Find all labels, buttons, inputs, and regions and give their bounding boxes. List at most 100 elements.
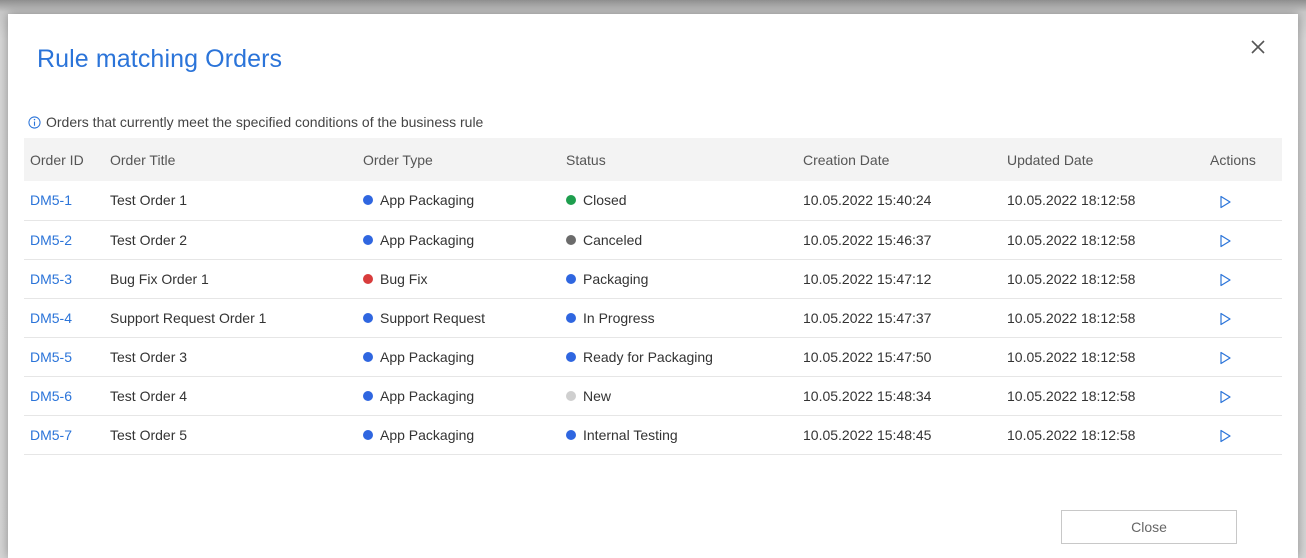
table-row: DM5-5 Test Order 3 App Packaging Ready for …	[24, 337, 1282, 376]
order-type-dot	[363, 429, 373, 440]
play-icon[interactable]	[1218, 273, 1232, 287]
actions-cell	[1204, 415, 1282, 454]
order-id-cell: DM5-4	[24, 298, 104, 337]
column-header-creation-date[interactable]: Creation Date	[797, 138, 1001, 181]
play-icon[interactable]	[1218, 234, 1232, 248]
status-dot	[566, 273, 576, 284]
rule-matching-orders-dialog: Rule matching Orders Orders that current…	[8, 14, 1298, 558]
order-type-dot	[363, 351, 373, 362]
order-type-label: App Packaging	[380, 231, 475, 248]
order-id-link[interactable]: DM5-7	[30, 427, 72, 443]
info-text: Orders that currently meet the specified…	[46, 114, 484, 130]
order-type-cell: Bug Fix	[357, 259, 560, 298]
status-cell: Ready for Packaging	[560, 337, 797, 376]
play-icon[interactable]	[1218, 312, 1232, 326]
actions-cell	[1204, 181, 1282, 220]
column-header-updated-date[interactable]: Updated Date	[1001, 138, 1204, 181]
status-label: In Progress	[583, 309, 655, 326]
info-icon	[28, 115, 41, 129]
status-cell: Canceled	[560, 220, 797, 259]
order-title-cell: Test Order 3	[110, 348, 188, 365]
table-row: DM5-4 Support Request Order 1 Support Requ…	[24, 298, 1282, 337]
order-id-cell: DM5-1	[24, 181, 104, 220]
order-type-dot	[363, 312, 373, 323]
order-type-cell: App Packaging	[357, 337, 560, 376]
order-title-cell: Test Order 2	[110, 231, 188, 248]
status-label: Packaging	[583, 270, 649, 287]
table-row: DM5-7 Test Order 5 App Packaging Internal T…	[24, 415, 1282, 454]
order-id-cell: DM5-3	[24, 259, 104, 298]
order-title-cell: Test Order 1	[110, 192, 188, 209]
updated-date-cell: 10.05.2022 18:12:58	[1007, 426, 1136, 443]
creation-date-cell: 10.05.2022 15:46:37	[803, 231, 932, 248]
status-dot	[566, 429, 576, 440]
play-icon[interactable]	[1218, 429, 1232, 443]
dialog-title: Rule matching Orders	[37, 45, 283, 73]
status-label: New	[583, 387, 612, 404]
order-title-cell: Bug Fix Order 1	[110, 270, 209, 287]
order-id-cell: DM5-5	[24, 337, 104, 376]
order-type-cell: App Packaging	[357, 220, 560, 259]
order-type-label: App Packaging	[380, 426, 475, 443]
order-id-link[interactable]: DM5-2	[30, 232, 72, 248]
order-title-cell: Support Request Order 1	[110, 309, 267, 326]
close-icon[interactable]	[1245, 34, 1271, 60]
order-type-label: Bug Fix	[380, 270, 428, 287]
order-type-label: App Packaging	[380, 192, 475, 209]
order-title-cell: Test Order 4	[110, 387, 188, 404]
column-header-actions: Actions	[1210, 151, 1256, 168]
order-type-dot	[363, 390, 373, 401]
status-cell: Closed	[560, 181, 797, 220]
order-id-link[interactable]: DM5-1	[30, 192, 72, 208]
updated-date-cell: 10.05.2022 18:12:58	[1007, 231, 1136, 248]
order-type-dot	[363, 234, 373, 245]
status-label: Canceled	[583, 231, 643, 248]
order-id-link[interactable]: DM5-5	[30, 349, 72, 365]
updated-date-cell: 10.05.2022 18:12:58	[1007, 387, 1136, 404]
actions-cell	[1204, 337, 1282, 376]
order-type-cell: App Packaging	[357, 415, 560, 454]
status-label: Ready for Packaging	[583, 348, 713, 365]
order-id-cell: DM5-7	[24, 415, 104, 454]
order-id-link[interactable]: DM5-6	[30, 388, 72, 404]
play-icon[interactable]	[1218, 390, 1232, 404]
order-id-link[interactable]: DM5-3	[30, 271, 72, 287]
creation-date-cell: 10.05.2022 15:48:34	[803, 387, 932, 404]
status-cell: In Progress	[560, 298, 797, 337]
table-row: DM5-6 Test Order 4 App Packaging New 10.05.2…	[24, 376, 1282, 415]
order-type-label: App Packaging	[380, 348, 475, 365]
info-line: Orders that currently meet the specified…	[28, 114, 483, 130]
column-header-status[interactable]: Status	[560, 138, 797, 181]
table-row: DM5-1 Test Order 1 App Packaging Closed 10.0…	[24, 181, 1282, 220]
column-header-order-id[interactable]: Order ID	[24, 138, 104, 181]
order-title-cell: Test Order 5	[110, 426, 188, 443]
actions-cell	[1204, 376, 1282, 415]
creation-date-cell: 10.05.2022 15:47:37	[803, 309, 932, 326]
close-button[interactable]: Close	[1061, 510, 1237, 544]
orders-table: Order ID Order Title Order Type Status C…	[24, 138, 1282, 455]
actions-cell	[1204, 220, 1282, 259]
updated-date-cell: 10.05.2022 18:12:58	[1007, 309, 1136, 326]
order-type-cell: App Packaging	[357, 181, 560, 220]
column-header-order-title[interactable]: Order Title	[104, 138, 357, 181]
status-dot	[566, 195, 576, 206]
creation-date-cell: 10.05.2022 15:40:24	[803, 192, 932, 209]
order-id-cell: DM5-6	[24, 376, 104, 415]
order-id-cell: DM5-2	[24, 220, 104, 259]
table-row: DM5-3 Bug Fix Order 1 Bug Fix Packaging 10.0…	[24, 259, 1282, 298]
order-type-dot	[363, 273, 373, 284]
column-header-order-type[interactable]: Order Type	[357, 138, 560, 181]
creation-date-cell: 10.05.2022 15:47:50	[803, 348, 932, 365]
play-icon[interactable]	[1218, 195, 1232, 209]
play-icon[interactable]	[1218, 351, 1232, 365]
status-dot	[566, 351, 576, 362]
updated-date-cell: 10.05.2022 18:12:58	[1007, 348, 1136, 365]
status-cell: New	[560, 376, 797, 415]
order-id-link[interactable]: DM5-4	[30, 310, 72, 326]
creation-date-cell: 10.05.2022 15:47:12	[803, 270, 932, 287]
status-cell: Packaging	[560, 259, 797, 298]
table-header-row: Order ID Order Title Order Type Status C…	[24, 138, 1282, 181]
actions-cell	[1204, 259, 1282, 298]
status-dot	[566, 390, 576, 401]
order-type-cell: App Packaging	[357, 376, 560, 415]
